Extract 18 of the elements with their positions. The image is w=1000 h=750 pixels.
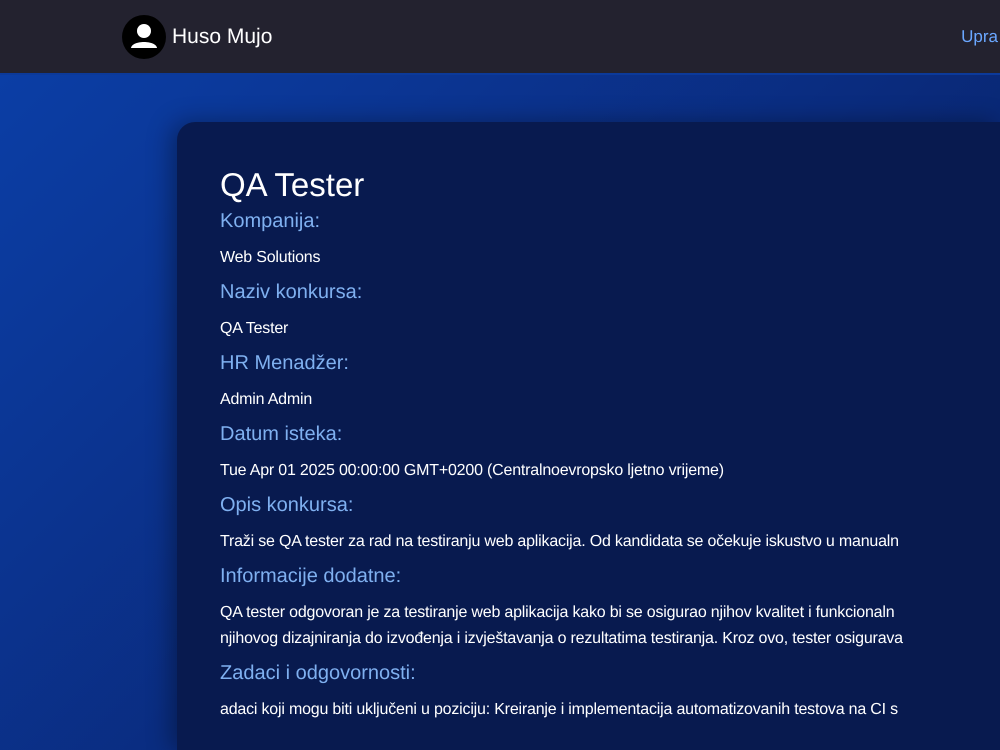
field-value: QA tester odgovoran je za testiranje web aplikacija kako bi se osigurao njihov kvalitet i funkcionaln njihovog dizajniranja do izvođenja i izvještavanja o rezultatima testiranja. Kroz ovo, tester osigurava (220, 603, 904, 649)
field-label: Datum isteka: (220, 423, 344, 446)
field-label: Naziv konkursa: (220, 281, 364, 304)
user-avatar-icon (122, 14, 166, 58)
field-label: Opis konkursa: (220, 494, 354, 517)
field-value: Admin Admin (220, 390, 314, 410)
field-label: Informacije dodatne: (220, 565, 402, 588)
field-value: Tue Apr 01 2025 00:00:00 GMT+0200 (Centralnoevropsko ljetno vrijeme) (220, 461, 725, 481)
user-name: Huso Mujo (172, 24, 272, 48)
field-value: Traži se QA tester za rad na testiranju web aplikacija. Od kandidata se očekuje iskustvo u manualn (220, 532, 900, 552)
field-value: adaci koji mogu biti uključeni u poziciju: Kreiranje i implementacija automatizovanih testova na CI s (220, 700, 899, 720)
job-title: QA Tester (220, 166, 366, 204)
field-label: Zadaci i odgovornosti: (220, 662, 417, 685)
nav-link[interactable]: Upra (961, 26, 998, 46)
field-label: Kompanija: (220, 210, 322, 233)
field-label: HR Menadžer: (220, 352, 350, 375)
field-value: Web Solutions (220, 248, 322, 268)
field-value: QA Tester (220, 319, 290, 339)
